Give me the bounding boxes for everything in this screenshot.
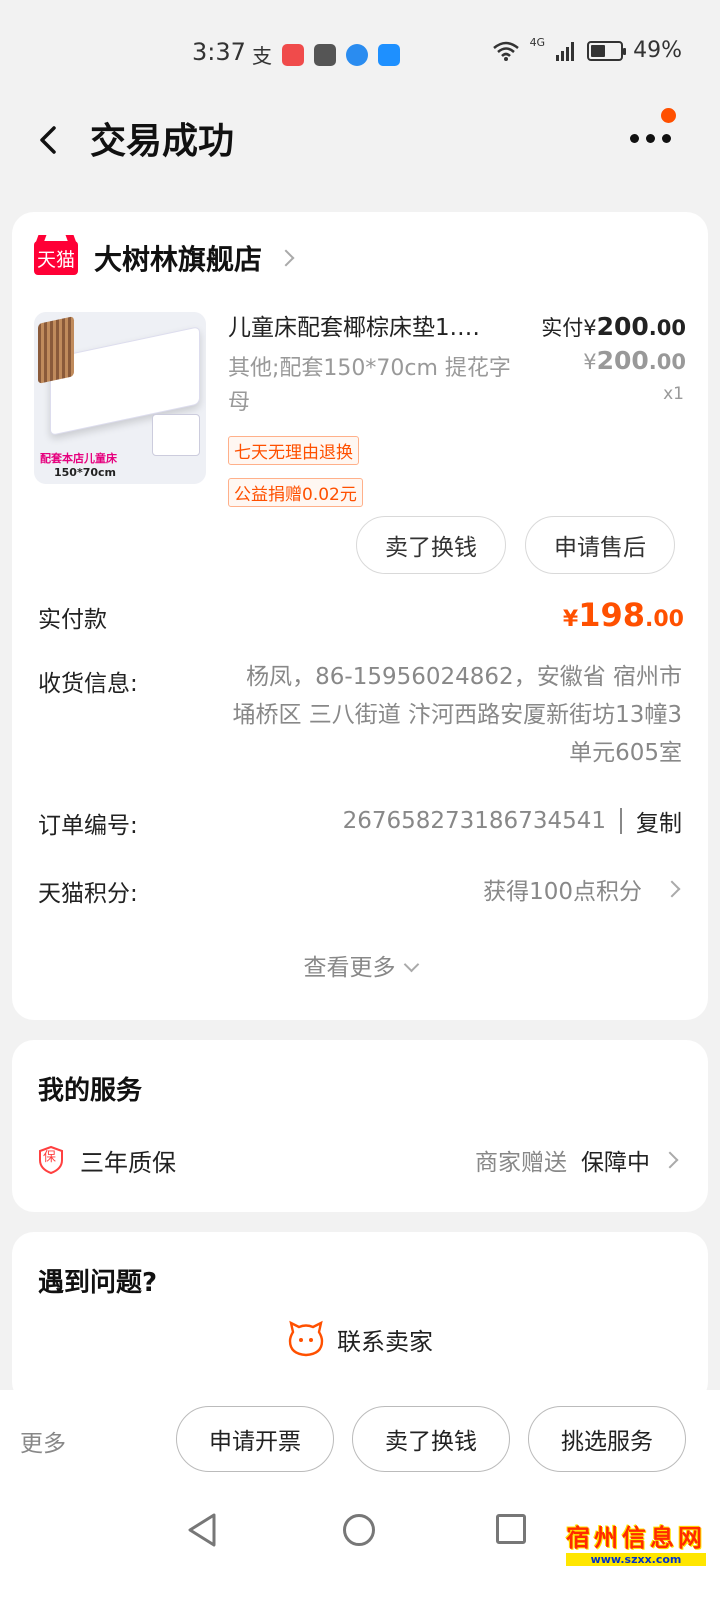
shop-header[interactable]: 天猫 大树林旗舰店 [34, 238, 295, 278]
order-number-label: 订单编号: [38, 813, 138, 839]
order-card: 天猫 大树林旗舰店 配套本店儿童床 150*70cm 儿童床配套椰棕床垫1.… … [12, 212, 708, 1020]
tmall-logo: 天猫 [34, 241, 78, 275]
back-arrow-icon [40, 126, 56, 154]
paid-dec: .00 [648, 316, 686, 340]
system-home-icon[interactable] [343, 1514, 375, 1546]
watermark: 宿州信息网 www.szxx.com [566, 1518, 706, 1566]
request-invoice-button[interactable]: 申请开票 [176, 1406, 334, 1472]
warranty-service-row[interactable]: 保 三年质保 商家赠送 保障中 [38, 1140, 679, 1180]
sell-for-cash-bottom-button[interactable]: 卖了换钱 [352, 1406, 510, 1472]
contact-seller-button[interactable]: 联系卖家 [12, 1320, 708, 1358]
system-nav-bar: 宿州信息网 www.szxx.com [0, 1490, 720, 1600]
sell-for-cash-button[interactable]: 卖了换钱 [356, 516, 506, 574]
network-label: 4G [529, 36, 546, 49]
more-dots-icon [630, 134, 671, 143]
image-caption: 配套本店儿童床 [40, 452, 117, 465]
system-recents-icon[interactable] [496, 1514, 526, 1544]
wifi-icon [492, 41, 519, 61]
fabric-swatch-illustration [152, 414, 200, 456]
watermark-url: www.szxx.com [566, 1553, 706, 1566]
paid-int: 200 [596, 312, 649, 341]
paid-amount-int: 198 [578, 596, 646, 634]
after-sale-button[interactable]: 申请售后 [525, 516, 675, 574]
services-title: 我的服务 [38, 1076, 143, 1106]
service-status: 保障中 [581, 1150, 650, 1176]
paid-amount-label: 实付款 [38, 607, 107, 633]
copy-order-number-button[interactable]: 复制 [636, 804, 682, 838]
shipping-address: 杨凤，86-15956024862，安徽省 宿州市 埇桥区 三八街道 汴河西路安… [232, 664, 682, 766]
red-app-icon [282, 43, 304, 66]
status-bar: 3:37 支 4G 49% [0, 0, 720, 100]
battery-level [591, 44, 605, 57]
shop-name: 大树林旗舰店 [94, 243, 263, 276]
points-row[interactable]: 获得100点积分 [483, 872, 681, 906]
chevron-right-icon [277, 249, 295, 267]
product-paid-price: 实付¥200.00 [541, 312, 686, 342]
browser-icon [346, 43, 368, 66]
address-label: 收货信息: [38, 671, 138, 697]
product-spec: 其他;配套150*70cm 提花字母 [228, 356, 511, 415]
points-value: 获得100点积分 [483, 879, 642, 905]
paid-label: 实付 [541, 316, 584, 340]
alipay-icon: 支 [252, 44, 272, 68]
chevron-down-icon [403, 956, 419, 973]
notification-icons: 支 [252, 40, 400, 69]
contact-seller-label: 联系卖家 [337, 1327, 433, 1356]
paid-amount-dec: .00 [645, 607, 684, 632]
view-more-label: 查看更多 [303, 955, 396, 981]
nav-bar: 交易成功 [0, 100, 720, 210]
product-quantity: x1 [663, 384, 684, 404]
paid-currency: ¥ [583, 316, 597, 340]
shield-icon-label: 保 [43, 1150, 57, 1165]
more-options-button[interactable] [630, 108, 676, 162]
status-time: 3:37 [192, 38, 246, 66]
orig-currency: ¥ [583, 350, 597, 374]
view-more-button[interactable]: 查看更多 [12, 948, 708, 982]
service-status-group: 商家赠送 保障中 [475, 1143, 679, 1177]
signal-icon [556, 41, 575, 61]
help-card: 遇到问题? 联系卖家 [12, 1232, 708, 1404]
status-right: 4G 49% [492, 36, 682, 63]
product-original-price: ¥200.00 [583, 346, 686, 375]
points-label: 天猫积分: [38, 881, 138, 907]
bottom-action-bar: 更多 申请开票 卖了换钱 挑选服务 [0, 1390, 720, 1490]
battery-percent: 49% [633, 38, 682, 63]
notification-dot [661, 108, 676, 123]
product-image[interactable]: 配套本店儿童床 150*70cm [34, 312, 206, 484]
charity-tag: 公益捐赠0.02元 [228, 478, 363, 507]
coir-layer-illustration [38, 316, 74, 384]
back-button[interactable] [30, 120, 70, 160]
more-actions-button[interactable]: 更多 [20, 1424, 66, 1458]
paid-amount-currency: ¥ [562, 607, 579, 632]
return-policy-tag: 七天无理由退换 [228, 436, 359, 465]
service-name: 三年质保 [80, 1148, 176, 1177]
chevron-right-icon [663, 880, 681, 898]
page-title: 交易成功 [90, 121, 235, 162]
my-services-card: 我的服务 保 三年质保 商家赠送 保障中 [12, 1040, 708, 1212]
image-size-caption: 150*70cm [54, 466, 117, 479]
paid-amount: ¥198.00 [563, 596, 684, 634]
order-number-row: 267658273186734541 复制 [343, 804, 682, 838]
product-title[interactable]: 儿童床配套椰棕床垫1.… [228, 308, 518, 342]
orig-int: 200 [596, 346, 649, 375]
help-title: 遇到问题? [38, 1268, 158, 1298]
service-gift-label: 商家赠送 [475, 1150, 567, 1176]
watermark-text: 宿州信息网 [566, 1523, 706, 1552]
divider [620, 808, 622, 834]
weather-icon [378, 43, 400, 66]
chevron-right-icon [661, 1151, 679, 1169]
system-back-icon[interactable] [186, 1512, 218, 1548]
battery-icon [587, 40, 627, 61]
order-number: 267658273186734541 [342, 808, 606, 834]
orig-dec: .00 [648, 350, 686, 374]
choose-service-button[interactable]: 挑选服务 [528, 1406, 686, 1472]
chat-face-icon [288, 1320, 324, 1357]
huawei-app-icon [314, 43, 336, 66]
